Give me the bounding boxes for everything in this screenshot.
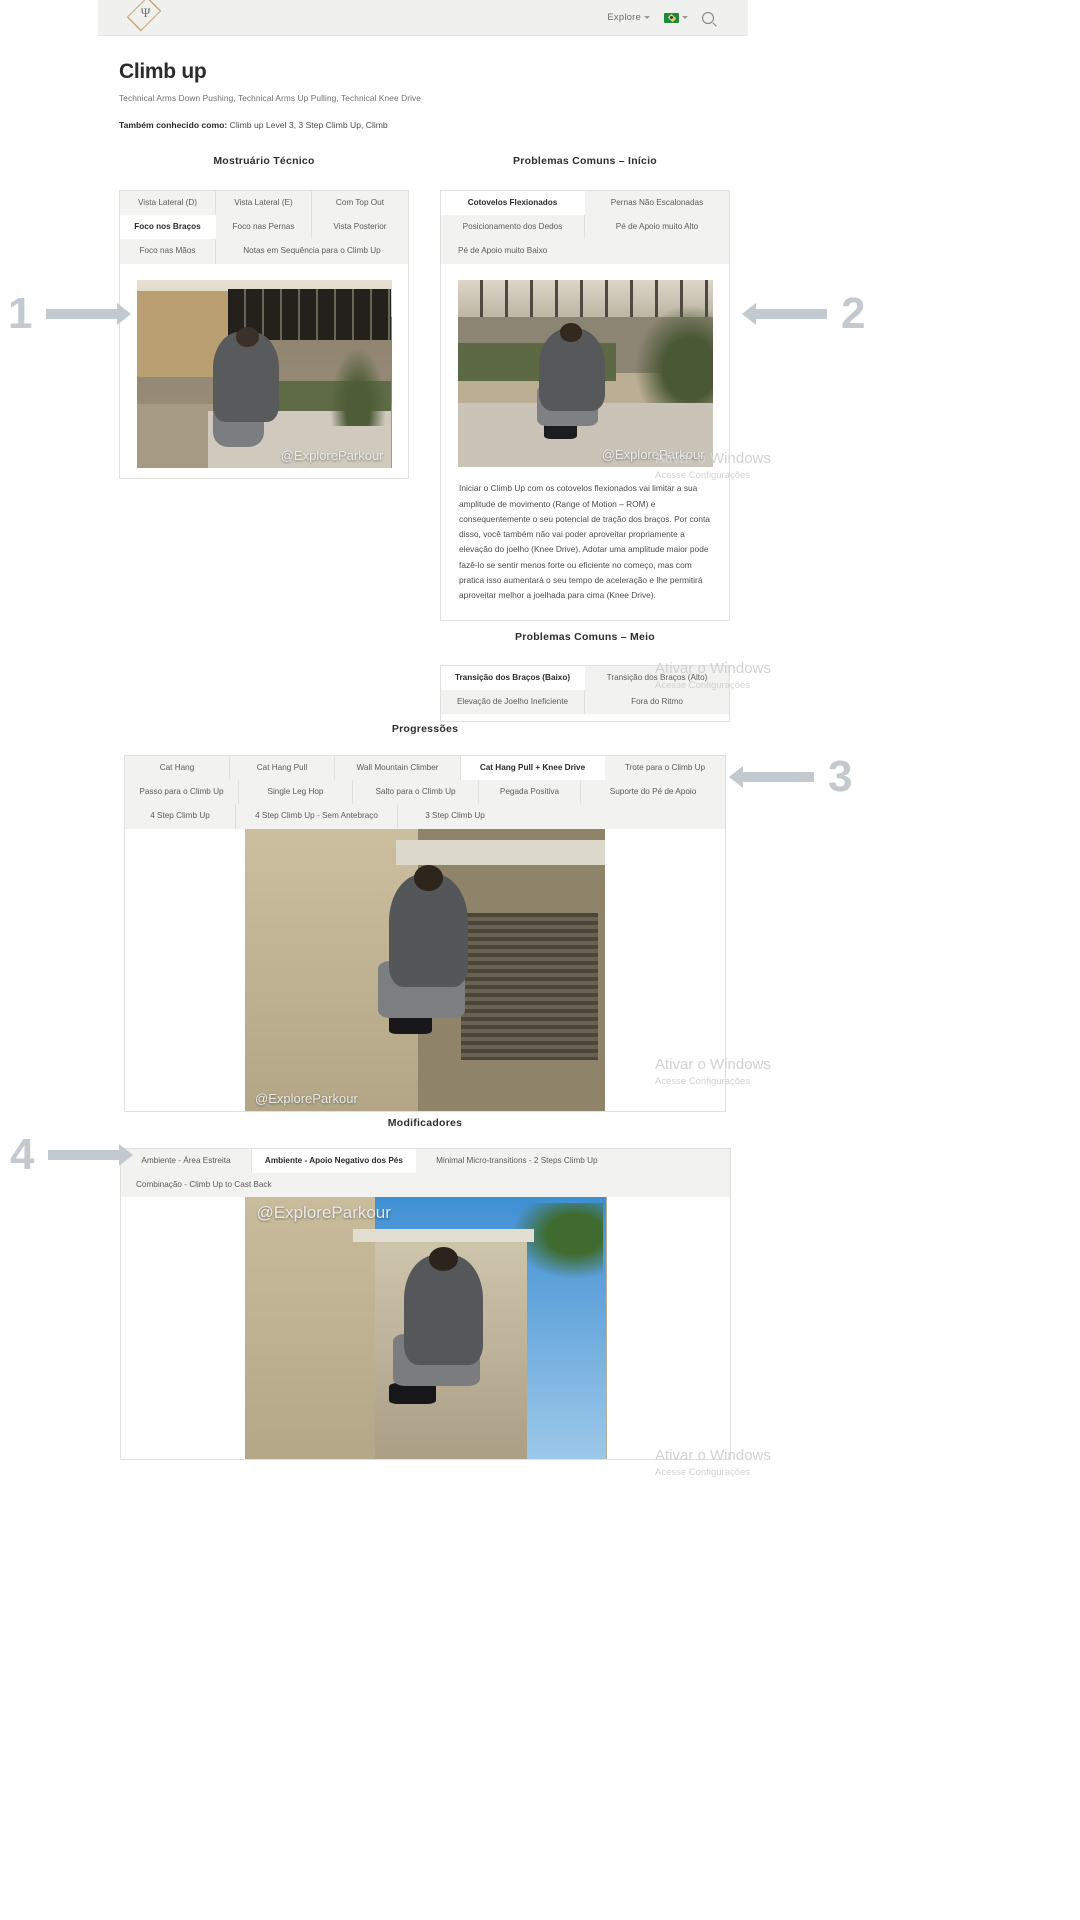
tab-fora-do-ritmo[interactable]: Fora do Ritmo (585, 690, 729, 714)
heading-problemas-meio: Problemas Comuns – Meio (515, 631, 655, 643)
callout-3: 3 (729, 752, 853, 801)
arrow-left-icon (742, 303, 827, 325)
callout-2: 2 (742, 289, 866, 338)
widget-mostruario-tecnico: Vista Lateral (D) Vista Lateral (E) Com … (119, 190, 409, 479)
heading-modificadores: Modificadores (387, 1117, 463, 1129)
chevron-down-icon (682, 16, 688, 19)
panel-problemas-inicio: @ExploreParkour Iniciar o Climb Up com o… (440, 263, 730, 621)
tab-passo-climb-up[interactable]: Passo para o Climb Up (125, 780, 239, 805)
tab-single-leg-hop[interactable]: Single Leg Hop (239, 780, 353, 805)
tab-cat-hang-pull-knee-drive[interactable]: Cat Hang Pull + Knee Drive (461, 756, 605, 781)
heading-progressoes: Progressões (391, 723, 459, 735)
tab-ambiente-area-estreita[interactable]: Ambiente - Área Estreita (121, 1149, 252, 1174)
logo-glyph-icon: Ψ (140, 4, 151, 20)
aka-label: Também conhecido como: (119, 120, 228, 130)
tab-ambiente-apoio-negativo[interactable]: Ambiente - Apoio Negativo dos Pés (251, 1149, 417, 1174)
tab-vista-posterior[interactable]: Vista Posterior (312, 215, 408, 239)
photo-watermark: @ExploreParkour (255, 1090, 358, 1106)
tab-cat-hang[interactable]: Cat Hang (125, 756, 230, 781)
tab-pe-apoio-alto[interactable]: Pé de Apoio muito Alto (585, 215, 729, 239)
tab-4-step-sem-antebraco[interactable]: 4 Step Climb Up - Sem Antebraço (236, 804, 398, 829)
tab-foco-nos-bracos[interactable]: Foco nos Braços (120, 215, 216, 240)
language-switcher[interactable] (664, 12, 688, 23)
tab-4-step-climb-up[interactable]: 4 Step Climb Up (125, 804, 236, 829)
tab-suporte-pe-apoio[interactable]: Suporte do Pé de Apoio (581, 780, 725, 804)
tab-pernas-nao-escalonadas[interactable]: Pernas Não Escalonadas (585, 191, 729, 215)
panel-mostruario-tecnico: @ExploreParkour (119, 263, 409, 479)
tab-combinacao-cast-back[interactable]: Combinação - Climb Up to Cast Back (121, 1173, 730, 1197)
tab-vista-lateral-e[interactable]: Vista Lateral (E) (216, 191, 312, 216)
tab-cat-hang-pull[interactable]: Cat Hang Pull (230, 756, 335, 781)
callout-number: 1 (8, 289, 33, 338)
page-root: Ψ Explore Climb up Technical Arms Down P… (0, 0, 1080, 1920)
header-nav: Explore (607, 11, 714, 24)
search-button[interactable] (702, 11, 714, 24)
tab-pegada-positiva[interactable]: Pegada Positiva (479, 780, 581, 805)
also-known-as: Também conhecido como: Climb up Level 3,… (119, 120, 819, 130)
photo-cat-hang-pull-knee-drive: @ExploreParkour (245, 828, 605, 1111)
activation-line-2: Acesse Configurações (655, 1467, 751, 1478)
widget-modificadores: Ambiente - Área Estreita Ambiente - Apoi… (120, 1148, 731, 1461)
search-icon (702, 11, 714, 24)
site-header: Ψ Explore (98, 0, 748, 36)
widget-problemas-meio: Transição dos Braços (Baixo) Transição d… (440, 665, 730, 723)
tab-transicao-bracos-baixo[interactable]: Transição dos Braços (Baixo) (441, 666, 585, 691)
callout-number: 4 (10, 1130, 35, 1179)
tab-minimal-micro-transitions[interactable]: Minimal Micro-transitions - 2 Steps Clim… (416, 1149, 617, 1173)
tabstrip-problemas-inicio: Cotovelos Flexionados Pernas Não Escalon… (440, 190, 730, 264)
callout-1: 1 (8, 289, 132, 338)
tab-transicao-bracos-alto[interactable]: Transição dos Braços (Alto) (585, 666, 729, 690)
arrow-right-icon (48, 1144, 134, 1166)
tab-cotovelos-flexionados[interactable]: Cotovelos Flexionados (441, 191, 585, 216)
tab-vista-lateral-d[interactable]: Vista Lateral (D) (120, 191, 216, 216)
panel-progressoes: @ExploreParkour (124, 828, 726, 1112)
photo-watermark: @ExploreParkour (256, 1203, 391, 1223)
tab-notas-sequencia[interactable]: Notas em Sequência para o Climb Up (216, 239, 408, 263)
tabstrip-progressoes: Cat Hang Cat Hang Pull Wall Mountain Cli… (124, 755, 726, 829)
nav-item-explore[interactable]: Explore (607, 12, 650, 23)
nav-explore-label: Explore (607, 12, 641, 23)
arrow-left-icon (729, 766, 814, 788)
tab-trote-climb-up[interactable]: Trote para o Climb Up (605, 756, 725, 780)
tab-salto-climb-up[interactable]: Salto para o Climb Up (353, 780, 479, 805)
tab-com-top-out[interactable]: Com Top Out (312, 191, 408, 215)
tab-foco-nas-maos[interactable]: Foco nas Mãos (120, 239, 216, 264)
photo-ambiente-apoio-negativo: @ExploreParkour (244, 1197, 607, 1460)
callout-4: 4 (10, 1130, 134, 1179)
panel-problemas-meio (440, 714, 730, 723)
photo-cotovelos-flexionados: @ExploreParkour (457, 279, 713, 468)
heading-problemas-inicio: Problemas Comuns – Início (513, 155, 657, 167)
photo-watermark: @ExploreParkour (280, 447, 384, 463)
photo-foco-nos-bracos: @ExploreParkour (136, 279, 392, 468)
page-title: Climb up (119, 60, 207, 83)
photo-watermark: @ExploreParkour (601, 447, 705, 463)
tab-foco-nas-pernas[interactable]: Foco nas Pernas (216, 215, 312, 240)
site-logo[interactable]: Ψ (126, 0, 162, 35)
widget-progressoes: Cat Hang Cat Hang Pull Wall Mountain Cli… (124, 755, 726, 1112)
tab-elevacao-joelho-ineficiente[interactable]: Elevação de Joelho Ineficiente (441, 690, 585, 715)
page-subtitle: Technical Arms Down Pushing, Technical A… (119, 93, 421, 103)
tabstrip-mostruario-tecnico: Vista Lateral (D) Vista Lateral (E) Com … (119, 190, 409, 264)
aka-value: Climb up Level 3, 3 Step Climb Up, Climb (227, 120, 388, 130)
paragraph-cotovelos-flexionados: Iniciar o Climb Up com os cotovelos flex… (459, 483, 710, 601)
arrow-right-icon (46, 303, 132, 325)
panel-modificadores: @ExploreParkour (120, 1197, 731, 1461)
tab-3-step-climb-up[interactable]: 3 Step Climb Up (398, 804, 512, 828)
title-block: Climb up Technical Arms Down Pushing, Te… (119, 60, 819, 130)
tab-pe-apoio-baixo[interactable]: Pé de Apoio muito Baixo (441, 239, 729, 263)
tabstrip-modificadores: Ambiente - Área Estreita Ambiente - Apoi… (120, 1148, 731, 1198)
brazil-flag-icon (664, 12, 679, 23)
widget-problemas-inicio: Cotovelos Flexionados Pernas Não Escalon… (440, 190, 730, 621)
tab-posicionamento-dedos[interactable]: Posicionamento dos Dedos (441, 215, 585, 240)
tabstrip-problemas-meio: Transição dos Braços (Baixo) Transição d… (440, 665, 730, 715)
tab-wall-mountain-climber[interactable]: Wall Mountain Climber (335, 756, 461, 781)
chevron-down-icon (644, 16, 650, 19)
callout-number: 2 (841, 289, 866, 338)
callout-number: 3 (828, 752, 853, 801)
heading-mostruario-tecnico: Mostruário Técnico (213, 155, 315, 167)
